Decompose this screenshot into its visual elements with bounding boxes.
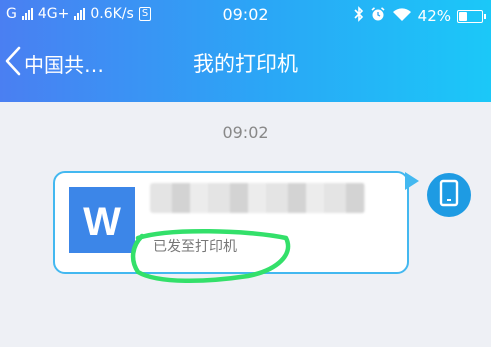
bubble-tail [405,172,419,190]
device-avatar[interactable] [427,173,471,217]
file-name-blurred [150,183,365,213]
battery-icon [457,9,486,23]
battery-percent: 42% [417,7,451,25]
app-header: G 4G+ 0.6K/s S 09:02 42% 中国共… 我的打印机 [0,0,491,102]
file-message-bubble[interactable]: W 已发至打印机 [53,171,409,274]
alarm-clock-icon [370,6,386,26]
file-status-text: 已发至打印机 [153,239,237,255]
page-title: 我的打印机 [193,52,298,76]
chat-timestamp: 09:02 [222,123,269,142]
word-document-icon: W [69,187,135,253]
phone-device-icon [439,179,459,211]
nav-bar: 中国共… 我的打印机 [0,40,491,92]
battery-fill [459,11,467,21]
bluetooth-icon [354,6,364,26]
wifi-icon [392,7,412,26]
status-bar: G 4G+ 0.6K/s S 09:02 42% [0,0,491,30]
word-icon-letter: W [83,200,121,240]
status-right: 42% [354,6,486,26]
